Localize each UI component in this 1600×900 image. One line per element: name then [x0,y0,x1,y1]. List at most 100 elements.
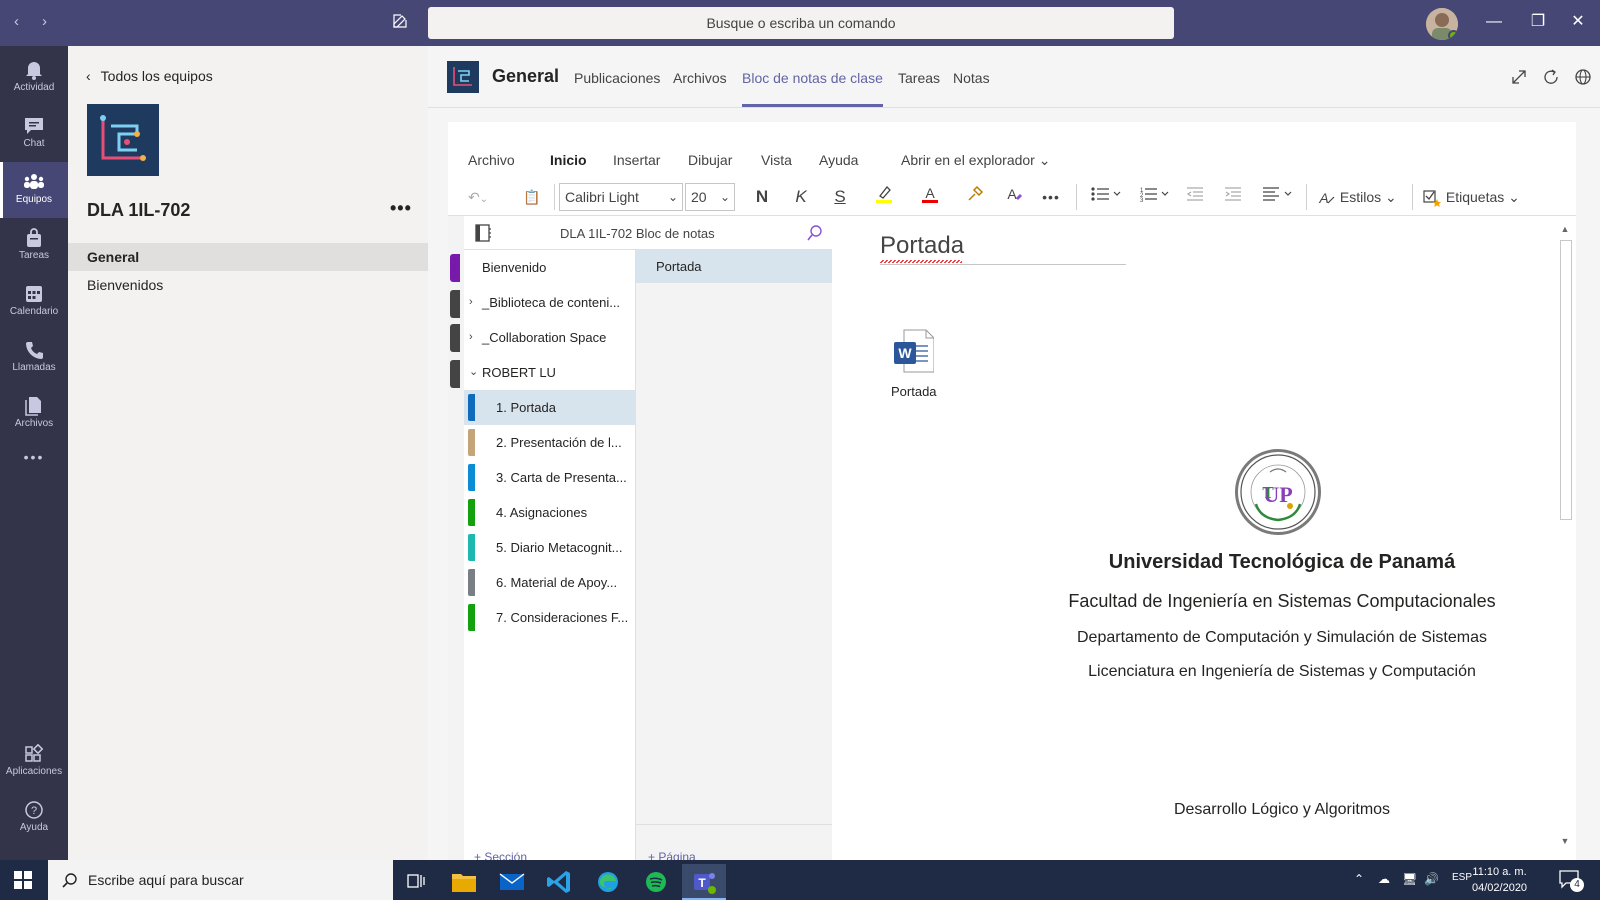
rail-item-equipos[interactable]: Equipos [0,162,68,218]
rail-item-llamadas[interactable]: Llamadas [0,330,68,386]
highlight-button[interactable] [866,184,902,210]
minimize-button[interactable]: — [1482,10,1506,34]
windows-start-icon[interactable] [14,871,32,889]
forward-nav-button[interactable]: › [42,13,47,30]
antivirus-tray-icon[interactable]: ☁ [1378,872,1390,886]
tab-bloc-de-notas[interactable]: Bloc de notas de clase [742,70,883,107]
numbering-button[interactable]: 123 [1134,184,1174,210]
back-nav-button[interactable]: ‹ [14,13,19,30]
bullets-button[interactable] [1086,184,1126,210]
format-painter-button[interactable] [962,184,988,210]
avatar[interactable] [1426,8,1458,40]
page-item[interactable]: Portada [636,250,832,283]
font-size-select[interactable]: 20 ⌄ [685,183,735,211]
section-item[interactable]: 2. Presentación de l... [464,425,636,460]
rail-item-tareas[interactable]: Tareas [0,218,68,274]
section-item[interactable]: 1. Portada [464,390,636,425]
chevron-up-icon[interactable]: ⌃ [1354,872,1364,886]
menu-inicio[interactable]: Inicio [550,152,587,168]
notebook-header[interactable]: DLA 1IL-702 Bloc de notas [464,216,832,250]
expand-icon[interactable] [1510,68,1528,86]
menu-dibujar[interactable]: Dibujar [688,152,732,168]
bold-button[interactable]: N [750,184,774,210]
section-label: 3. Carta de Presenta... [496,470,627,485]
rail-item-archivos[interactable]: Archivos [0,386,68,442]
tab-tareas[interactable]: Tareas [898,70,940,86]
menu-ayuda[interactable]: Ayuda [819,152,858,168]
more-apps-button[interactable]: ••• [0,442,68,472]
scrollbar-thumb[interactable] [1560,240,1572,520]
notifications-button[interactable]: 4 [1558,868,1584,892]
command-search-input[interactable]: Busque o escriba un comando [428,7,1174,39]
search-icon[interactable] [806,224,824,242]
section-group-item[interactable]: › _Collaboration Space [464,320,636,355]
vscode-app[interactable] [538,864,582,900]
open-in-browser-menu[interactable]: Abrir en el explorador ⌄ [901,152,1050,169]
rail-item-actividad[interactable]: Actividad [0,50,68,106]
volume-icon[interactable]: 🔊 [1424,872,1439,886]
taskbar-search-input[interactable]: Escribe aquí para buscar [48,860,393,900]
word-document-icon[interactable]: W [894,328,934,374]
team-more-button[interactable]: ••• [390,198,412,219]
rail-item-calendario[interactable]: Calendario [0,274,68,330]
section-item[interactable]: Bienvenido [464,250,636,285]
tags-button[interactable]: Etiquetas ⌄ [1422,184,1532,210]
section-item[interactable]: 3. Carta de Presenta... [464,460,636,495]
compose-icon[interactable] [392,13,408,29]
language-indicator[interactable]: ESP [1452,872,1472,883]
page-title[interactable]: Portada [880,232,964,260]
section-group-item[interactable]: › _Biblioteca de conteni... [464,285,636,320]
decrease-indent-button[interactable] [1182,184,1208,210]
spotify-app[interactable] [634,864,678,900]
styles-button[interactable]: A Estilos ⌄ [1316,184,1404,210]
taskbar-clock[interactable]: 11:10 a. m. 04/02/2020 [1472,864,1527,896]
notebook-side-tab[interactable] [450,324,460,352]
menu-insertar[interactable]: Insertar [613,152,660,168]
section-item[interactable]: 7. Consideraciones F... [464,600,636,635]
section-group-item[interactable]: ⌄ ROBERT LU [464,355,636,390]
font-family-select[interactable]: Calibri Light ⌄ [559,183,683,211]
scroll-down-icon[interactable]: ▼ [1560,836,1570,846]
restore-button[interactable]: ❐ [1526,10,1550,34]
edge-app[interactable] [586,864,630,900]
alignment-button[interactable] [1258,184,1298,210]
globe-icon[interactable] [1574,68,1592,86]
channel-bienvenidos[interactable]: Bienvenidos [68,271,428,299]
task-view-button[interactable] [394,864,438,900]
increase-indent-button[interactable] [1220,184,1246,210]
page-canvas[interactable]: Portada W Portada UP T Universidad Tecno… [832,216,1576,862]
rail-item-chat[interactable]: Chat [0,106,68,162]
refresh-icon[interactable] [1542,68,1560,86]
section-item[interactable]: 6. Material de Apoy... [464,565,636,600]
menu-vista[interactable]: Vista [761,152,792,168]
network-icon[interactable]: 🖥 [1402,872,1417,886]
section-item[interactable]: 4. Asignaciones [464,495,636,530]
scroll-up-icon[interactable]: ▲ [1560,224,1570,234]
rail-item-ayuda[interactable]: ? Ayuda [0,790,68,846]
paste-button[interactable]: 📋 [514,184,550,210]
canvas-scrollbar[interactable]: ▲ ▼ [1556,216,1576,862]
tab-publicaciones[interactable]: Publicaciones [574,70,660,86]
more-formatting-button[interactable]: ••• [1038,184,1064,210]
italic-button[interactable]: K [789,184,813,210]
team-logo[interactable] [87,104,159,176]
menu-archivo[interactable]: Archivo [468,152,515,168]
rail-item-aplicaciones[interactable]: Aplicaciones [0,734,68,790]
file-explorer-app[interactable] [442,864,486,900]
notebook-side-tab[interactable] [450,254,460,282]
all-teams-link[interactable]: ‹ Todos los equipos [86,68,213,84]
font-color-button[interactable]: A [912,184,948,210]
close-button[interactable]: ✕ [1566,10,1590,34]
teams-window: ‹ › Busque o escriba un comando — ❐ ✕ Ac… [0,0,1600,900]
tab-notas[interactable]: Notas [953,70,990,86]
underline-button[interactable]: S [828,184,852,210]
tab-archivos[interactable]: Archivos [673,70,727,86]
teams-app[interactable]: T [682,864,726,900]
section-item[interactable]: 5. Diario Metacognit... [464,530,636,565]
mail-app[interactable] [490,864,534,900]
clear-format-button[interactable]: A [1001,184,1027,210]
notebook-side-tab[interactable] [450,290,460,318]
channel-general[interactable]: General [68,243,428,271]
undo-button[interactable]: ↶⌄ [466,184,490,210]
notebook-side-tab[interactable] [450,360,460,388]
